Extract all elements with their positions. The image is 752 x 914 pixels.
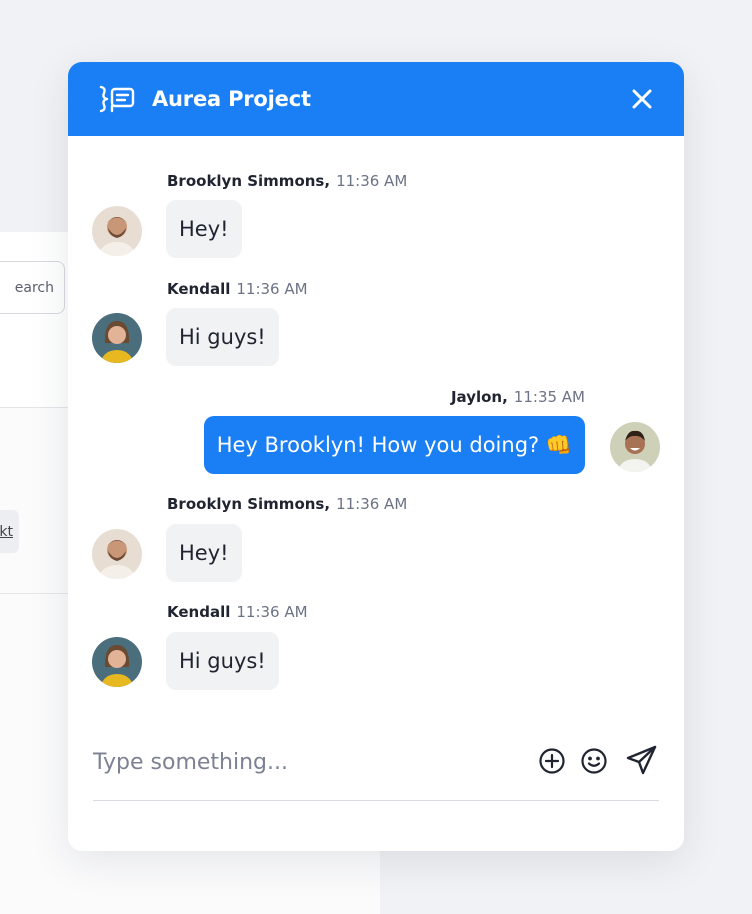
message-meta: Brooklyn Simmons, 11:36 AM <box>167 495 407 513</box>
background-next-link[interactable]: kt <box>0 510 19 553</box>
message-composer <box>93 732 659 801</box>
send-icon[interactable] <box>625 743 659 777</box>
man-beard-avatar-icon <box>92 529 142 579</box>
man-beard-avatar-icon <box>92 206 142 256</box>
avatar[interactable] <box>92 637 142 687</box>
message-author: Brooklyn Simmons, <box>167 172 331 190</box>
message-list: Brooklyn Simmons, 11:36 AM Hey! Kendall 11… <box>68 136 684 716</box>
message-author: Kendall <box>167 280 231 298</box>
chat-header: Aurea Project <box>68 62 684 136</box>
message-bubble: Hey! <box>166 524 242 582</box>
message-time: 11:36 AM <box>336 172 408 190</box>
avatar[interactable] <box>92 529 142 579</box>
message-time: 11:36 AM <box>236 603 308 621</box>
message-meta: Brooklyn Simmons, 11:36 AM <box>167 172 407 190</box>
avatar[interactable] <box>92 313 142 363</box>
message-author: Brooklyn Simmons, <box>167 495 331 513</box>
message-time: 11:35 AM <box>513 388 585 406</box>
message-time: 11:36 AM <box>336 495 408 513</box>
close-icon <box>632 89 652 109</box>
message-bubble: Hi guys! <box>166 632 279 690</box>
message-time: 11:36 AM <box>236 280 308 298</box>
message-meta: Kendall 11:36 AM <box>167 280 308 298</box>
avatar[interactable] <box>92 206 142 256</box>
avatar[interactable] <box>610 422 660 472</box>
message-author: Kendall <box>167 603 231 621</box>
add-attachment-icon[interactable] <box>537 746 567 776</box>
message-meta: Kendall 11:36 AM <box>167 603 308 621</box>
message-input[interactable] <box>93 742 513 782</box>
message-meta: Jaylon, 11:35 AM <box>451 388 585 406</box>
message-bubble: Hey Brooklyn! How you doing? 👊 <box>203 416 585 474</box>
close-button[interactable] <box>628 85 656 113</box>
emoji-icon[interactable] <box>579 746 609 776</box>
chat-logo-icon <box>99 85 135 113</box>
woman-avatar-icon <box>92 313 142 363</box>
chat-window: Aurea Project Brooklyn Simmons, 11:36 AM … <box>68 62 684 851</box>
woman-avatar-icon <box>92 637 142 687</box>
chat-title: Aurea Project <box>152 87 311 111</box>
background-search-button[interactable]: earch <box>0 261 65 314</box>
message-bubble: Hi guys! <box>166 308 279 366</box>
message-author: Jaylon, <box>450 388 508 406</box>
smiling-man-avatar-icon <box>610 422 660 472</box>
message-bubble: Hey! <box>166 200 242 258</box>
